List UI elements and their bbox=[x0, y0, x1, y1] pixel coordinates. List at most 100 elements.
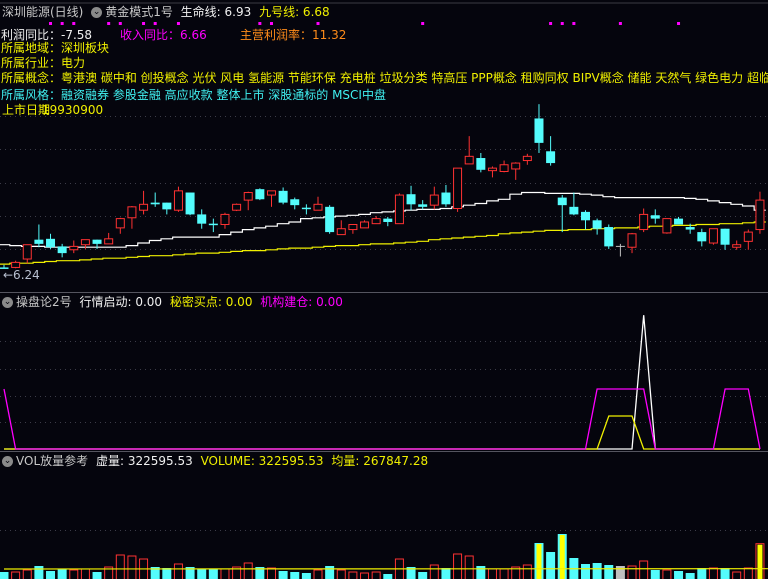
indicator-line bbox=[4, 315, 760, 450]
candle bbox=[418, 200, 428, 210]
chevron-down-icon[interactable]: ⌄ bbox=[2, 297, 13, 308]
candle bbox=[255, 188, 265, 201]
volume-bar bbox=[697, 568, 707, 579]
volume-bar bbox=[69, 569, 79, 579]
volume-bar bbox=[639, 560, 649, 579]
candle bbox=[674, 216, 684, 225]
volume-bar bbox=[278, 571, 288, 579]
candle bbox=[511, 162, 521, 180]
volume-bar bbox=[360, 572, 370, 579]
candle bbox=[69, 240, 79, 254]
candle-body bbox=[197, 214, 207, 224]
candle-body bbox=[69, 245, 79, 251]
volume-bar bbox=[301, 573, 311, 579]
life-line-value: 生命线: 6.93 bbox=[180, 5, 252, 19]
candle-body bbox=[639, 213, 649, 231]
volume-bar bbox=[615, 566, 625, 579]
signal-marker bbox=[49, 22, 53, 25]
candle-body bbox=[232, 203, 242, 211]
candle-body bbox=[127, 206, 137, 219]
candle-body bbox=[720, 228, 730, 245]
candle-body bbox=[185, 192, 195, 215]
profit-yoy: 利润同比：-7.58 bbox=[1, 28, 93, 42]
candle bbox=[173, 186, 183, 212]
candle bbox=[662, 218, 672, 234]
signal-marker bbox=[153, 22, 157, 25]
candle-body bbox=[546, 151, 556, 164]
candle bbox=[243, 191, 253, 211]
candle bbox=[220, 212, 230, 229]
candle-body bbox=[441, 192, 451, 205]
volume-bar bbox=[685, 573, 695, 579]
volume-bars bbox=[0, 534, 765, 579]
volume-bar bbox=[371, 571, 381, 579]
indicator-panel-name[interactable]: 操盘论2号 bbox=[16, 295, 72, 309]
candle bbox=[232, 203, 242, 212]
candle bbox=[208, 218, 218, 233]
grid-lines bbox=[0, 116, 768, 531]
candle-body bbox=[336, 228, 346, 236]
candle bbox=[197, 209, 207, 229]
chart-canvas[interactable] bbox=[0, 0, 768, 579]
volume-bar bbox=[197, 569, 207, 579]
volume-bar bbox=[604, 565, 614, 579]
signal-marker bbox=[572, 22, 576, 25]
volume-bar bbox=[325, 566, 335, 579]
candle bbox=[301, 204, 311, 215]
candle bbox=[487, 166, 497, 178]
volume-bar bbox=[208, 569, 218, 579]
candle bbox=[464, 136, 474, 165]
candle bbox=[697, 228, 707, 247]
volume-bar bbox=[243, 562, 253, 579]
candle bbox=[139, 190, 149, 215]
signal-marker bbox=[421, 22, 425, 25]
candle bbox=[615, 243, 625, 257]
volume-bar bbox=[290, 572, 300, 579]
volume-bar bbox=[127, 555, 137, 579]
volume-highlight bbox=[559, 535, 565, 579]
candle bbox=[604, 224, 614, 249]
chevron-down-icon[interactable]: ⌄ bbox=[2, 456, 13, 467]
chevron-down-icon[interactable]: ⌄ bbox=[91, 7, 103, 18]
candle-body bbox=[394, 194, 404, 225]
candle bbox=[127, 205, 137, 229]
candle bbox=[104, 232, 114, 245]
candle bbox=[476, 152, 486, 173]
signal-marker bbox=[107, 22, 111, 25]
candle-body bbox=[104, 238, 114, 245]
candle-body bbox=[627, 233, 637, 248]
candle bbox=[371, 216, 381, 225]
candle bbox=[266, 190, 276, 207]
candle bbox=[581, 210, 590, 230]
candle-body bbox=[522, 155, 532, 162]
volume-bar bbox=[22, 569, 32, 579]
candle-body bbox=[11, 261, 21, 268]
candle bbox=[441, 184, 451, 207]
candle-body bbox=[22, 244, 32, 260]
candle bbox=[22, 244, 32, 264]
volume-highlight bbox=[757, 544, 763, 579]
volume-bar bbox=[266, 567, 276, 579]
main-margin: 主营利润率：11.32 bbox=[240, 28, 347, 42]
candle-body bbox=[173, 190, 183, 211]
volume-bar bbox=[487, 568, 497, 579]
candle bbox=[162, 202, 172, 215]
candle-body bbox=[208, 223, 218, 226]
candle bbox=[755, 191, 765, 234]
candle bbox=[650, 209, 660, 224]
candle-body bbox=[360, 221, 370, 229]
candle-body bbox=[34, 239, 44, 244]
indicator-line bbox=[4, 415, 760, 450]
volume-bar bbox=[336, 569, 346, 579]
candle-body bbox=[685, 227, 695, 230]
signal-marker bbox=[560, 22, 564, 25]
volume-bar bbox=[34, 566, 44, 579]
volume-panel-name[interactable]: VOL放量参考 bbox=[16, 454, 88, 468]
indicator-name[interactable]: 黄金模式1号 bbox=[105, 5, 173, 19]
volume-bar bbox=[743, 567, 753, 579]
candle-body bbox=[453, 167, 463, 210]
candle-body bbox=[429, 194, 439, 206]
candle bbox=[743, 229, 753, 250]
volume-bar bbox=[173, 563, 183, 579]
volume-bar bbox=[46, 571, 56, 579]
